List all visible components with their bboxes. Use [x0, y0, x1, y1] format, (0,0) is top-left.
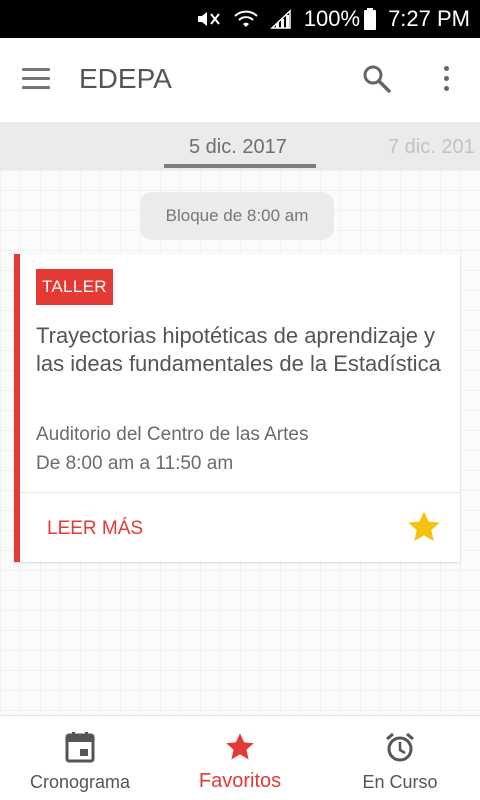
- app-title: EDEPA: [79, 63, 172, 94]
- tab-date-next[interactable]: 7 dic. 201: [388, 136, 475, 159]
- more-vert-icon[interactable]: [440, 64, 452, 96]
- event-title: Trayectorias hipotéticas de aprendizaje …: [36, 323, 441, 376]
- nav-favoritos[interactable]: Favoritos: [160, 716, 320, 800]
- status-time: 7:27 PM: [388, 6, 470, 31]
- event-time: De 8:00 am a 11:50 am: [36, 453, 234, 474]
- battery-icon: [364, 8, 377, 30]
- favorite-star-icon[interactable]: [406, 510, 442, 549]
- star-icon: [224, 730, 256, 764]
- battery-percentage: 100%: [303, 6, 361, 31]
- bottom-navigation: Cronograma Favoritos En Curso: [0, 715, 480, 800]
- date-tabs: 5 dic. 2017 7 dic. 201: [0, 122, 480, 170]
- signal-icon: [269, 9, 292, 29]
- calendar-icon: [65, 730, 95, 764]
- read-more-button[interactable]: LEER MÁS: [47, 518, 143, 540]
- event-location: Auditorio del Centro de las Artes: [36, 424, 309, 445]
- mute-icon: [196, 9, 222, 29]
- menu-icon[interactable]: [22, 68, 50, 90]
- status-bar: 100% 7:27 PM: [0, 0, 480, 38]
- active-tab-indicator: [164, 164, 316, 168]
- alarm-clock-icon: [384, 730, 416, 764]
- event-card[interactable]: TALLER Trayectorias hipotéticas de apren…: [14, 254, 460, 562]
- card-divider: [20, 492, 460, 493]
- time-block-label: Bloque de 8:00 am: [140, 192, 334, 240]
- app-bar: EDEPA: [0, 38, 480, 122]
- search-icon[interactable]: [362, 64, 392, 99]
- wifi-icon: [234, 9, 258, 29]
- nav-label-en-curso: En Curso: [362, 772, 438, 792]
- nav-cronograma[interactable]: Cronograma: [0, 716, 160, 800]
- nav-label-cronograma: Cronograma: [29, 772, 131, 792]
- event-type-badge: TALLER: [36, 269, 113, 305]
- nav-label-favoritos: Favoritos: [198, 770, 282, 792]
- tab-date-active[interactable]: 5 dic. 2017: [189, 136, 287, 159]
- nav-en-curso[interactable]: En Curso: [320, 716, 480, 800]
- schedule-content: Bloque de 8:00 am TALLER Trayectorias hi…: [0, 170, 480, 715]
